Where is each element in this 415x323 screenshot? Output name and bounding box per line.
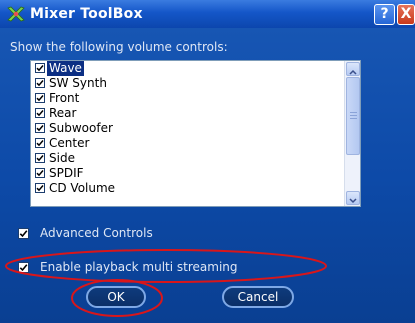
list-item-label: Wave bbox=[47, 61, 84, 76]
list-item[interactable]: Side bbox=[31, 151, 345, 166]
window-title: Mixer ToolBox bbox=[30, 6, 143, 22]
list-item-label: SPDIF bbox=[49, 166, 84, 180]
volume-controls-list[interactable]: Wave SW Synth Front Rear Subwoofer Center Side… bbox=[30, 60, 361, 207]
title-bar[interactable]: Mixer ToolBox ? X bbox=[0, 0, 415, 28]
scroll-up-button[interactable] bbox=[346, 62, 360, 76]
list-item[interactable]: SW Synth bbox=[31, 76, 345, 91]
list-item-checkbox[interactable] bbox=[35, 108, 45, 118]
list-item[interactable]: Front bbox=[31, 91, 345, 106]
cancel-button[interactable]: Cancel bbox=[222, 286, 294, 308]
help-button[interactable]: ? bbox=[374, 4, 395, 25]
list-scrollbar[interactable] bbox=[344, 61, 360, 206]
list-item-checkbox[interactable] bbox=[35, 78, 45, 88]
list-item-checkbox[interactable] bbox=[35, 183, 45, 193]
close-button[interactable]: X bbox=[397, 4, 415, 25]
list-item[interactable]: Subwoofer bbox=[31, 121, 345, 136]
chevron-down-icon bbox=[349, 198, 357, 204]
list-item-checkbox[interactable] bbox=[35, 138, 45, 148]
close-icon: X bbox=[400, 6, 412, 22]
list-item[interactable]: Rear bbox=[31, 106, 345, 121]
ok-button[interactable]: OK bbox=[86, 286, 146, 308]
list-item-label: Subwoofer bbox=[49, 121, 113, 135]
list-item-checkbox[interactable] bbox=[35, 63, 45, 73]
list-item-checkbox[interactable] bbox=[35, 153, 45, 163]
list-item-label: CD Volume bbox=[49, 181, 116, 195]
multi-streaming-checkbox[interactable] bbox=[18, 262, 29, 273]
volume-controls-items: Wave SW Synth Front Rear Subwoofer Center Side… bbox=[31, 61, 345, 196]
list-item-label: SW Synth bbox=[49, 76, 107, 90]
advanced-controls-label: Advanced Controls bbox=[40, 226, 153, 240]
help-icon: ? bbox=[380, 6, 389, 22]
mixer-toolbox-dialog: Mixer ToolBox ? X Show the following vol… bbox=[0, 0, 415, 323]
list-item-label: Rear bbox=[49, 106, 77, 120]
list-item-label: Side bbox=[49, 151, 75, 165]
list-item-checkbox[interactable] bbox=[35, 93, 45, 103]
mixer-app-icon bbox=[7, 6, 25, 22]
advanced-controls-checkbox[interactable] bbox=[18, 228, 29, 239]
scroll-down-button[interactable] bbox=[346, 191, 360, 205]
multi-streaming-label: Enable playback multi streaming bbox=[40, 260, 238, 274]
list-item-label: Front bbox=[49, 91, 80, 105]
list-item-checkbox[interactable] bbox=[35, 168, 45, 178]
list-item[interactable]: Center bbox=[31, 136, 345, 151]
controls-prompt: Show the following volume controls: bbox=[10, 40, 228, 54]
list-item[interactable]: Wave bbox=[31, 61, 345, 76]
list-item-label: Center bbox=[49, 136, 90, 150]
list-item-checkbox[interactable] bbox=[35, 123, 45, 133]
scroll-thumb[interactable] bbox=[346, 77, 360, 155]
list-item[interactable]: SPDIF bbox=[31, 166, 345, 181]
list-item[interactable]: CD Volume bbox=[31, 181, 345, 196]
